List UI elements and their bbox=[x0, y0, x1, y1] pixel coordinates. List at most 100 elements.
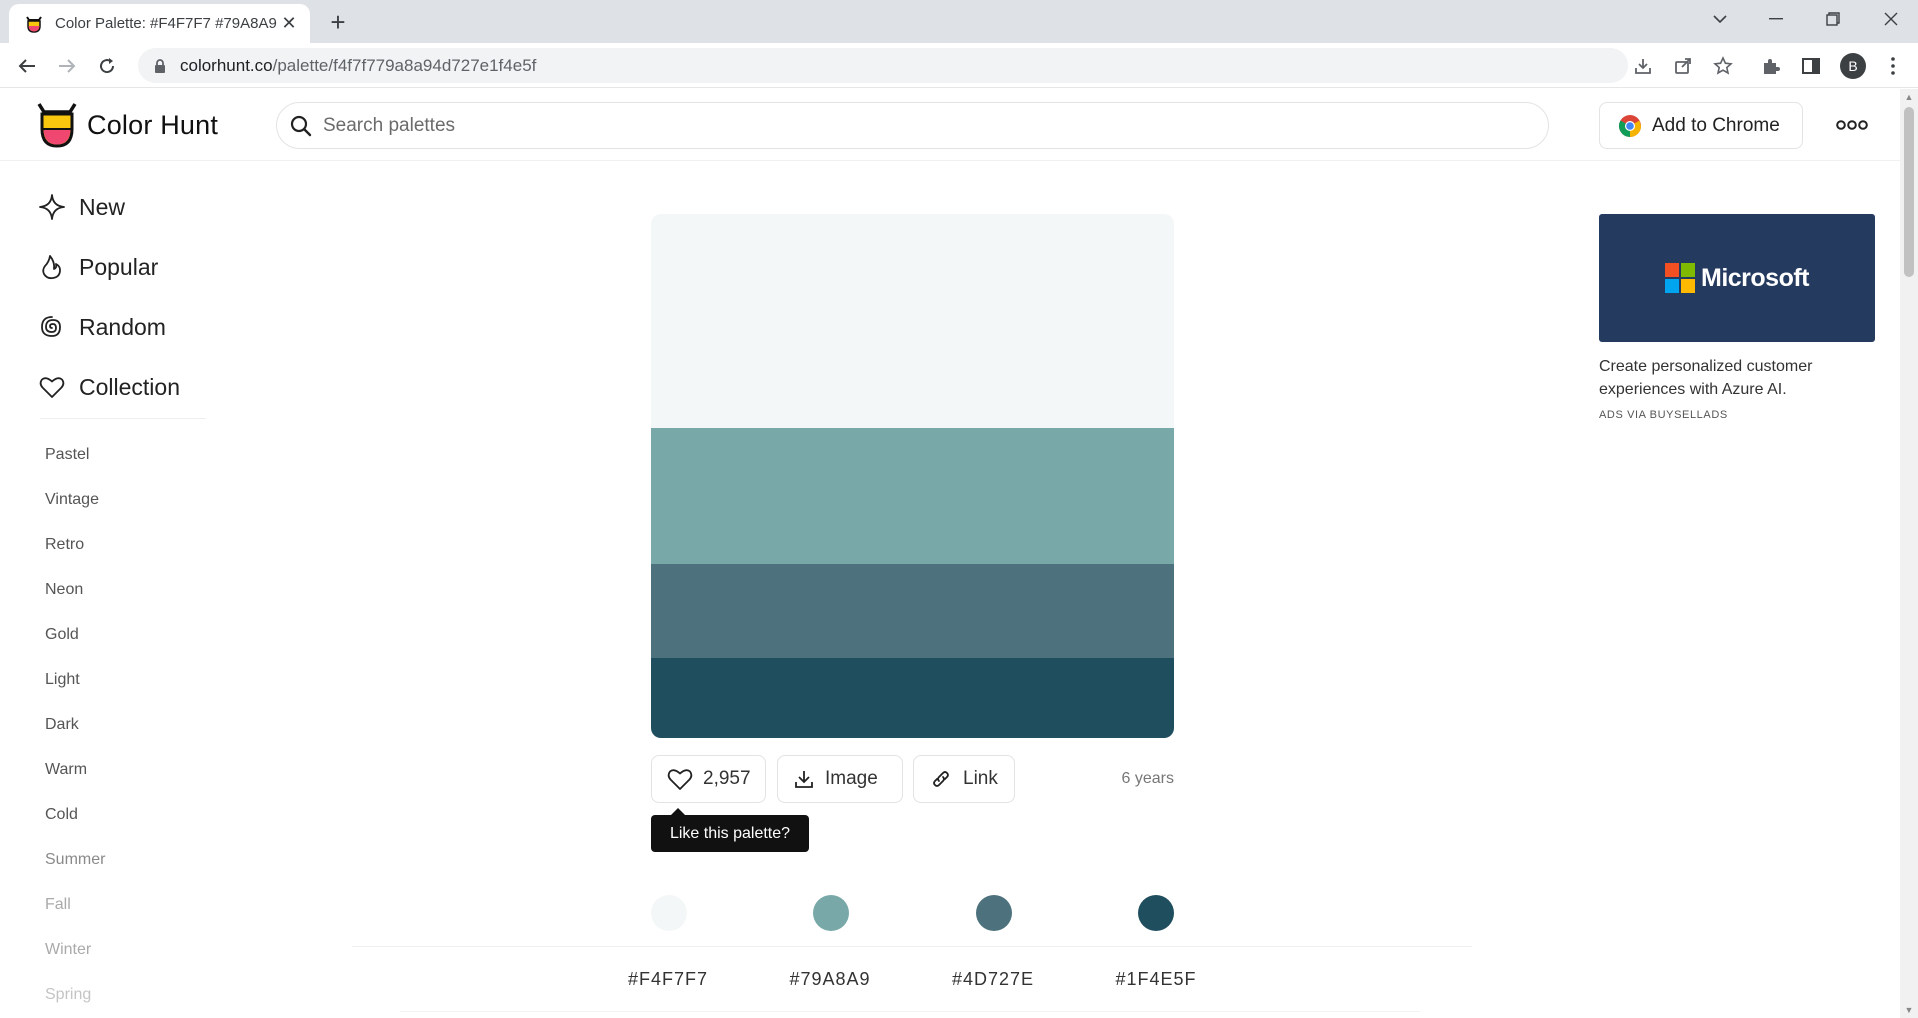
link-icon bbox=[933, 771, 949, 787]
site-logo[interactable]: Color Hunt bbox=[35, 101, 218, 149]
reload-button[interactable] bbox=[92, 51, 122, 81]
tag-gold[interactable]: Gold bbox=[45, 612, 105, 657]
lock-icon bbox=[155, 58, 165, 73]
tag-vintage[interactable]: Vintage bbox=[45, 477, 105, 522]
tag-retro[interactable]: Retro bbox=[45, 522, 105, 567]
sidebar-item-label: Collection bbox=[79, 373, 180, 400]
sidebar-item-label: Random bbox=[79, 313, 166, 340]
image-label: Image bbox=[825, 768, 878, 789]
tag-light[interactable]: Light bbox=[45, 657, 105, 702]
tag-spring[interactable]: Spring bbox=[45, 972, 105, 1017]
tag-pastel[interactable]: Pastel bbox=[45, 432, 105, 477]
copy-link-button[interactable]: Link bbox=[913, 755, 1015, 803]
ad-banner[interactable]: Microsoft bbox=[1599, 214, 1875, 342]
tab-close-icon[interactable]: ✕ bbox=[278, 13, 300, 35]
sidebar-item-popular[interactable]: Popular bbox=[38, 237, 180, 297]
divider-line bbox=[400, 1011, 1420, 1012]
like-tooltip: Like this palette? bbox=[651, 808, 809, 852]
hex-code-1[interactable]: #F4F7F7 bbox=[608, 969, 728, 990]
ad-brand: Microsoft bbox=[1701, 263, 1810, 292]
scroll-up-arrow-icon[interactable]: ▲ bbox=[1904, 92, 1914, 102]
color-circles bbox=[651, 895, 1174, 931]
tag-warm[interactable]: Warm bbox=[45, 747, 105, 792]
palette-swatch-4[interactable] bbox=[651, 658, 1174, 738]
sidebar-item-new[interactable]: New bbox=[38, 177, 180, 237]
tag-fall[interactable]: Fall bbox=[45, 882, 105, 927]
palette-swatch-1[interactable] bbox=[651, 214, 1174, 428]
tag-dark[interactable]: Dark bbox=[45, 702, 105, 747]
sidebar-nav: New Popular Random Collection bbox=[38, 177, 180, 417]
address-bar[interactable]: colorhunt.co/palette/f4f7f779a8a94d727e1… bbox=[138, 48, 1628, 83]
sidebar-item-random[interactable]: Random bbox=[38, 297, 180, 357]
spiral-icon bbox=[41, 316, 61, 337]
hex-code-2[interactable]: #79A8A9 bbox=[770, 969, 890, 990]
profile-avatar[interactable]: B bbox=[1840, 53, 1866, 79]
page-content: Color Hunt Add to Chrome bbox=[0, 89, 1900, 1018]
restore-button[interactable] bbox=[1810, 0, 1856, 38]
browser-tabstrip: Color Palette: #F4F7F7 #79A8A9 ✕ + bbox=[0, 0, 1918, 43]
scroll-thumb[interactable] bbox=[1904, 107, 1914, 277]
sidebar-item-label: Popular bbox=[79, 253, 159, 280]
color-circle-1[interactable] bbox=[651, 895, 687, 931]
close-window-button[interactable] bbox=[1868, 0, 1914, 38]
browser-toolbar: colorhunt.co/palette/f4f7f779a8a94d727e1… bbox=[0, 43, 1918, 88]
sidebar-item-label: New bbox=[79, 193, 126, 220]
add-to-chrome-button[interactable]: Add to Chrome bbox=[1599, 102, 1803, 149]
search-icon bbox=[290, 115, 312, 136]
side-panel-icon[interactable] bbox=[1800, 55, 1822, 77]
scroll-down-arrow-icon[interactable]: ▼ bbox=[1904, 1005, 1914, 1015]
palette-actions: 2,957 Image Link 6 years bbox=[651, 755, 1174, 803]
logo-text: Color Hunt bbox=[87, 109, 219, 140]
tag-winter[interactable]: Winter bbox=[45, 927, 105, 972]
sparkle-icon bbox=[39, 194, 65, 220]
minimize-button[interactable] bbox=[1753, 0, 1799, 38]
share-icon[interactable] bbox=[1672, 55, 1694, 77]
color-circle-3[interactable] bbox=[976, 895, 1012, 931]
download-image-button[interactable]: Image bbox=[777, 755, 903, 803]
heart-icon bbox=[667, 769, 693, 790]
tag-neon[interactable]: Neon bbox=[45, 567, 105, 612]
tag-cold[interactable]: Cold bbox=[45, 792, 105, 837]
extensions-icon[interactable] bbox=[1760, 55, 1782, 77]
palette-card[interactable] bbox=[651, 214, 1174, 738]
color-hunt-logo-icon bbox=[37, 103, 77, 148]
divider-line bbox=[352, 946, 1472, 947]
add-to-chrome-label: Add to Chrome bbox=[1652, 114, 1780, 136]
tab-title: Color Palette: #F4F7F7 #79A8A9 bbox=[55, 15, 277, 32]
more-options-icon[interactable] bbox=[1836, 115, 1868, 135]
palette-swatch-2[interactable] bbox=[651, 428, 1174, 564]
color-hunt-favicon bbox=[26, 15, 42, 33]
palette-swatch-3[interactable] bbox=[651, 564, 1174, 658]
back-button[interactable] bbox=[12, 51, 42, 81]
palette-age: 6 years bbox=[1121, 770, 1174, 787]
color-circle-2[interactable] bbox=[813, 895, 849, 931]
search-box[interactable] bbox=[276, 102, 1549, 149]
download-icon bbox=[795, 771, 813, 788]
microsoft-logo-icon bbox=[1665, 263, 1695, 293]
link-label: Link bbox=[963, 768, 998, 789]
tag-summer[interactable]: Summer bbox=[45, 837, 105, 882]
page-scrollbar[interactable]: ▲ ▼ bbox=[1900, 89, 1918, 1018]
install-app-icon[interactable] bbox=[1632, 55, 1654, 77]
bookmark-star-icon[interactable] bbox=[1712, 55, 1734, 77]
ad-text[interactable]: Create personalized customer experiences… bbox=[1599, 355, 1875, 401]
forward-button[interactable] bbox=[52, 51, 82, 81]
ad-via[interactable]: ADS VIA BUYSELLADS bbox=[1599, 409, 1875, 421]
flame-icon bbox=[42, 255, 61, 280]
browser-menu-icon[interactable] bbox=[1882, 55, 1904, 77]
site-header: Color Hunt Add to Chrome bbox=[0, 89, 1900, 161]
hex-code-3[interactable]: #4D727E bbox=[933, 969, 1053, 990]
tab-search-icon[interactable] bbox=[1697, 0, 1743, 38]
like-button[interactable]: 2,957 bbox=[651, 755, 766, 803]
tag-list: Pastel Vintage Retro Neon Gold Light Dar… bbox=[45, 432, 105, 1017]
url-text: colorhunt.co/palette/f4f7f779a8a94d727e1… bbox=[180, 55, 537, 75]
search-input[interactable] bbox=[323, 114, 1548, 137]
browser-tab[interactable]: Color Palette: #F4F7F7 #79A8A9 ✕ bbox=[9, 4, 310, 43]
sidebar-divider bbox=[40, 418, 206, 419]
sidebar-item-collection[interactable]: Collection bbox=[38, 357, 180, 417]
heart-icon bbox=[39, 377, 65, 398]
new-tab-button[interactable]: + bbox=[324, 8, 352, 36]
ad-unit: Microsoft Create personalized customer e… bbox=[1599, 214, 1875, 421]
hex-code-4[interactable]: #1F4E5F bbox=[1096, 969, 1216, 990]
color-circle-4[interactable] bbox=[1138, 895, 1174, 931]
